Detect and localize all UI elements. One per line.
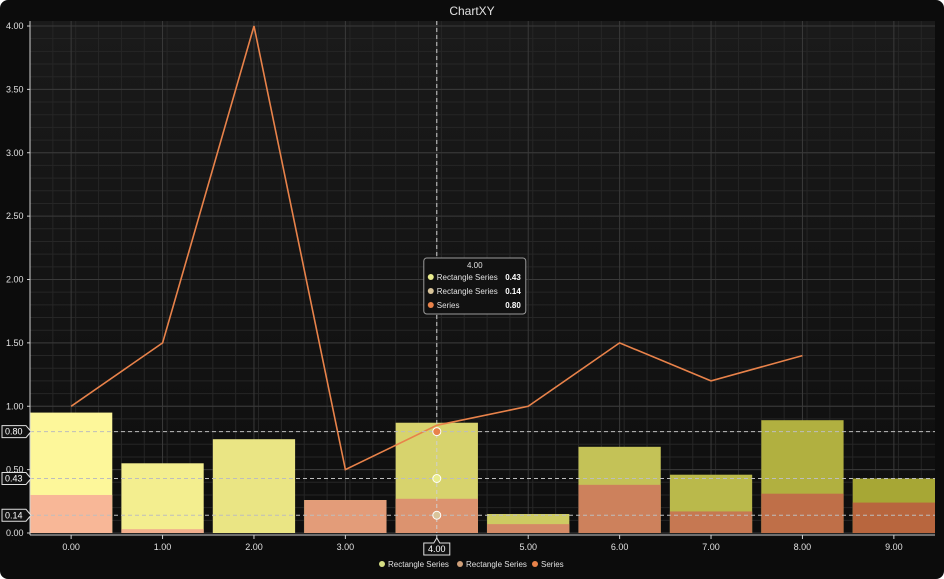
x-tick-label: 6.00 [611,542,629,552]
tooltip-row-value: 0.80 [505,301,521,310]
tooltip-header: 4.00 [467,261,483,270]
chart-svg[interactable]: 0.000.501.001.502.002.503.003.504.000.00… [0,0,944,579]
y-tick-label: 3.00 [6,148,24,158]
tooltip-row-dot [427,274,434,280]
bar-rect[interactable] [487,524,570,533]
bar-rect[interactable] [121,529,204,533]
bar-rect[interactable] [761,493,844,533]
x-tick-label: 1.00 [154,542,172,552]
tooltip-row-value: 0.14 [505,287,521,296]
x-tick-label: 0.00 [62,542,80,552]
y-cursor-marker-label: 0.14 [5,510,23,520]
tooltip-row-name: Rectangle Series [437,273,498,282]
y-cursor-marker-label: 0.43 [5,473,23,483]
x-tick-label: 7.00 [702,542,720,552]
legend-swatch-dot[interactable] [379,561,385,567]
bar-rect[interactable] [304,500,387,533]
x-tick-label: 9.00 [885,542,903,552]
y-tick-label: 2.00 [6,275,24,285]
y-tick-label: 0.00 [6,528,24,538]
legend-item-label[interactable]: Rectangle Series [388,560,449,569]
legend-item-label[interactable]: Series [541,560,564,569]
bar-rect[interactable] [852,502,935,533]
bar-rect[interactable] [578,484,661,533]
tooltip-row-value: 0.43 [505,273,521,282]
cursor-point-marker [432,427,442,437]
legend-item-label[interactable]: Rectangle Series [466,560,527,569]
y-cursor-marker-label: 0.80 [5,427,23,437]
chart-window: ChartXY 0.00 0.50 1.00 1.50 2.00 2.50 3.00 3.50… [0,0,944,579]
bar-rect[interactable] [121,463,204,533]
y-tick-label: 3.50 [6,84,24,94]
y-tick-label: 1.50 [6,338,24,348]
legend-swatch-dot[interactable] [532,561,538,567]
y-tick-label: 2.50 [6,211,24,221]
y-tick-label: 1.00 [6,401,24,411]
y-tick-label: 4.00 [6,21,24,31]
bar-rect[interactable] [212,439,296,533]
x-cursor-marker-label: 4.00 [428,544,446,554]
cursor-point-marker [432,510,442,520]
x-tick-label: 2.00 [245,542,263,552]
tooltip-row-dot [427,288,434,294]
tooltip-row-name: Series [437,301,460,310]
cursor-tooltip: 4.00 Rectangle Series 0.43 Rectangle Series… [423,257,527,315]
x-tick-label: 8.00 [794,542,812,552]
cursor-point-marker [432,473,442,483]
x-tick-label: 5.00 [519,542,537,552]
legend-swatch-dot[interactable] [457,561,463,567]
bar-rect[interactable] [669,511,753,533]
x-tick-label: 3.00 [337,542,355,552]
bar-rect[interactable] [30,494,113,533]
tooltip-row-dot [427,302,434,308]
legend[interactable]: Rectangle Series Rectangle Series Series [379,560,564,569]
tooltip-row-name: Rectangle Series [437,287,498,296]
